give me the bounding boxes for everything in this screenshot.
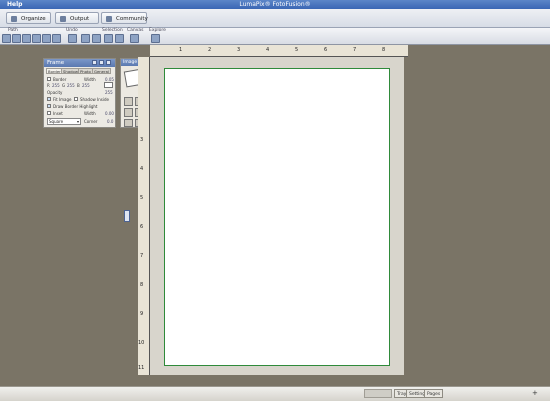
tool-1-icon[interactable]	[124, 97, 133, 106]
group-label-canvas: Canvas	[127, 28, 144, 33]
window-title: LumaPix® FotoFusion®	[239, 1, 311, 8]
path-tool-5-icon[interactable]	[42, 34, 51, 43]
r-label: R	[47, 83, 50, 88]
ruler-v-label: 5	[140, 195, 144, 201]
group-label-selection: Selection	[102, 28, 123, 33]
pages-button[interactable]: Pages	[424, 389, 444, 398]
inset-width-label: Width	[84, 111, 96, 116]
status-bar: Tray Settings Pages +	[0, 386, 550, 401]
image-panel-title: Image	[123, 60, 138, 65]
ruler-h-label: 7	[353, 47, 357, 53]
b-value[interactable]: 255	[82, 83, 90, 88]
frame-panel: Frame Border Shadow Photo General Border…	[43, 58, 116, 128]
width-label: Width	[84, 77, 96, 82]
ruler-v-label: 9	[140, 311, 144, 317]
minimize-icon[interactable]	[99, 60, 104, 65]
pin-icon[interactable]	[92, 60, 97, 65]
ruler-h-label: 2	[208, 47, 212, 53]
ruler-v-label: 6	[140, 224, 144, 230]
organize-icon	[11, 16, 17, 22]
fit-image-checkbox[interactable]	[47, 97, 51, 101]
inset-label: Inset	[53, 111, 63, 116]
tab-output[interactable]: Output	[55, 12, 99, 24]
tab-community-label: Community	[116, 16, 148, 22]
vertical-ruler: 3 4 5 6 7 8 9 10 11	[138, 57, 150, 375]
shadow-inside-label: Shadow Inside	[80, 97, 109, 102]
group-label-explore: Explore	[149, 28, 166, 33]
tab-community[interactable]: Community	[101, 12, 148, 24]
history-icon[interactable]	[92, 34, 101, 43]
path-tool-2-icon[interactable]	[12, 34, 21, 43]
ruler-v-label: 11	[138, 365, 145, 371]
ruler-v-label: 7	[140, 253, 144, 259]
explore-icon[interactable]	[151, 34, 160, 43]
add-icon[interactable]: +	[532, 389, 538, 397]
frame-panel-header[interactable]: Frame	[44, 59, 115, 67]
ruler-h-label: 5	[295, 47, 299, 53]
ruler-v-label: 3	[140, 137, 144, 143]
color-swatch[interactable]	[104, 82, 113, 88]
tool-5-icon[interactable]	[124, 119, 133, 127]
close-icon[interactable]	[106, 60, 111, 65]
page-canvas[interactable]	[164, 68, 390, 366]
shadow-inside-checkbox[interactable]	[74, 97, 78, 101]
border-checkbox[interactable]	[47, 77, 51, 81]
shape-select[interactable]: Square ▾	[47, 118, 81, 125]
corner-label: Corner	[84, 119, 98, 124]
b-label: B	[77, 83, 80, 88]
tab-organize[interactable]: Organize	[6, 12, 51, 24]
undo-icon[interactable]	[68, 34, 77, 43]
path-tool-1-icon[interactable]	[2, 34, 11, 43]
draw-border-highlight-label: Draw Border Highlight	[53, 104, 98, 109]
inset-checkbox[interactable]	[47, 111, 51, 115]
inset-width-value[interactable]: 0.00	[105, 111, 114, 116]
ruler-h-label: 8	[382, 47, 386, 53]
g-value[interactable]: 255	[67, 83, 75, 88]
horizontal-ruler: 1 2 3 4 5 6 7 8	[150, 45, 408, 57]
output-icon	[60, 16, 66, 22]
path-tool-4-icon[interactable]	[32, 34, 41, 43]
opacity-label: Opacity	[47, 90, 63, 95]
path-tool-3-icon[interactable]	[22, 34, 31, 43]
scroll-handle[interactable]	[124, 210, 130, 222]
chevron-down-icon: ▾	[76, 119, 79, 124]
corner-value[interactable]: 0.0	[107, 119, 113, 124]
ruler-v-label: 10	[138, 340, 145, 346]
group-label-undo: Undo	[66, 28, 78, 33]
opacity-value[interactable]: 255	[105, 90, 113, 95]
toolbar: Path Undo Selection Canvas Explore	[0, 28, 550, 45]
tab-general[interactable]: General	[92, 68, 111, 74]
select-all-icon[interactable]	[115, 34, 124, 43]
title-bar: Help LumaPix® FotoFusion®	[0, 0, 550, 9]
ruler-h-label: 1	[179, 47, 183, 53]
group-label-path: Path	[8, 28, 18, 33]
ruler-v-label: 4	[140, 166, 144, 172]
path-tool-6-icon[interactable]	[52, 34, 61, 43]
redo-icon[interactable]	[81, 34, 90, 43]
ruler-h-label: 6	[324, 47, 328, 53]
r-value[interactable]: 255	[52, 83, 60, 88]
tool-3-icon[interactable]	[124, 108, 133, 117]
community-icon	[106, 16, 112, 22]
tab-photo[interactable]: Photo	[78, 68, 93, 74]
tab-output-label: Output	[70, 16, 90, 22]
draw-border-highlight-checkbox[interactable]	[47, 104, 51, 108]
module-tabs: Organize Output Community	[0, 9, 550, 28]
shape-select-value: Square	[49, 119, 64, 124]
select-icon[interactable]	[104, 34, 113, 43]
tab-organize-label: Organize	[21, 16, 46, 22]
ruler-h-label: 4	[266, 47, 270, 53]
ruler-h-label: 3	[237, 47, 241, 53]
border-label: Border	[53, 77, 67, 82]
ruler-v-label: 8	[140, 282, 144, 288]
fit-image-label: Fit Image	[53, 97, 72, 102]
g-label: G	[62, 83, 66, 88]
canvas-icon[interactable]	[130, 34, 139, 43]
status-field	[364, 389, 392, 398]
frame-panel-title: Frame	[47, 60, 65, 66]
